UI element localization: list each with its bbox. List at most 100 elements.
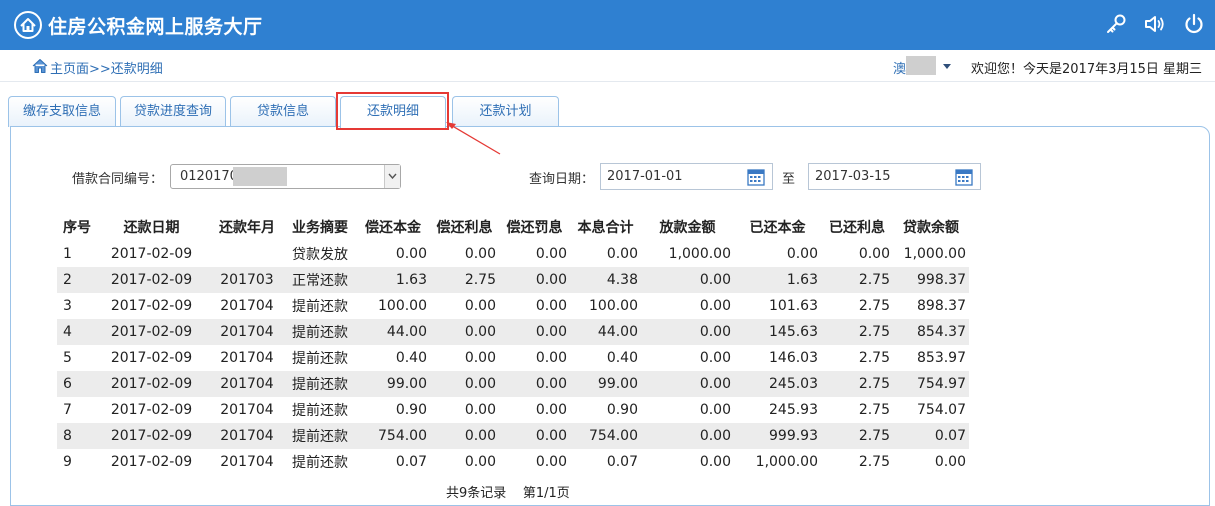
table-cell: 2.75 — [858, 402, 890, 418]
table-cell: 754.07 — [917, 402, 966, 418]
contract-number-select[interactable]: 0120170 — [170, 164, 401, 189]
table-cell: 2017-02-09 — [110, 428, 193, 444]
table-cell: 2017-02-09 — [110, 272, 193, 288]
annotation-arrow — [446, 122, 501, 155]
house-logo-icon — [14, 11, 42, 39]
record-count: 共9条记录 — [446, 486, 507, 501]
table-cell: 0.00 — [699, 376, 731, 392]
key-icon[interactable] — [1104, 12, 1128, 36]
repayment-details-table: 序号 还款日期 还款年月 业务摘要 偿还本金 偿还利息 偿还罚息 本息合计 放款… — [57, 213, 969, 475]
power-icon[interactable] — [1182, 12, 1206, 36]
app-title: 住房公积金网上服务大厅 — [48, 16, 263, 38]
table-cell: 898.37 — [917, 298, 966, 314]
home-icon[interactable] — [32, 58, 48, 74]
table-cell: 提前还款 — [292, 429, 348, 445]
table-cell: 0.00 — [699, 272, 731, 288]
table-cell: 1.63 — [786, 272, 818, 288]
table-row: 3 2017-02-09 201704 提前还款 100.00 0.00 0.00 100.0… — [57, 293, 969, 319]
welcome-text: 欢迎您！今天是2017年3月15日 星期三 — [971, 62, 1203, 77]
table-cell: 201703 — [220, 272, 274, 288]
table-cell: 201704 — [220, 428, 274, 444]
table-cell: 2017-02-09 — [110, 350, 193, 366]
table-row: 5 2017-02-09 201704 提前还款 0.40 0.00 0.00 0.40 0.0… — [57, 345, 969, 371]
contract-number-label: 借款合同编号： — [72, 172, 164, 187]
table-cell: 6 — [63, 376, 72, 392]
table-cell: 101.63 — [769, 298, 818, 314]
table-cell: 1,000.00 — [755, 454, 818, 470]
table-cell: 9 — [63, 454, 72, 470]
table-cell: 754.00 — [589, 428, 638, 444]
table-cell: 0.40 — [395, 350, 427, 366]
column-header: 序号 — [63, 220, 91, 236]
user-name[interactable]: 澳 — [893, 58, 906, 77]
table-cell: 201704 — [220, 350, 274, 366]
date-from-value: 2017-01-01 — [607, 169, 683, 184]
date-from-input[interactable]: 2017-01-01 — [600, 163, 773, 190]
table-cell: 0.90 — [606, 402, 638, 418]
tab-loan-info[interactable]: 贷款信息 — [230, 96, 336, 127]
table-cell: 正常还款 — [292, 273, 348, 289]
table-cell: 0.00 — [699, 402, 731, 418]
table-row: 1 2017-02-09 贷款发放 0.00 0.00 0.00 0.00 1,000.00 0… — [57, 241, 969, 267]
table-cell: 提前还款 — [292, 403, 348, 419]
breadcrumb[interactable]: 主页面>>还款明细 — [50, 58, 163, 77]
contract-number-redaction — [233, 167, 287, 186]
table-cell: 0.00 — [464, 376, 496, 392]
date-to-input[interactable]: 2017-03-15 — [808, 163, 981, 190]
table-cell: 2.75 — [464, 272, 496, 288]
table-cell: 0.00 — [535, 298, 567, 314]
table-row: 6 2017-02-09 201704 提前还款 99.00 0.00 0.00 99.00 0… — [57, 371, 969, 397]
table-cell: 0.00 — [786, 246, 818, 262]
column-header: 偿还罚息 — [506, 220, 563, 236]
table-cell: 2.75 — [858, 350, 890, 366]
user-menu-caret-icon[interactable] — [943, 64, 951, 69]
table-cell: 201704 — [220, 454, 274, 470]
table-cell: 2.75 — [858, 298, 890, 314]
table-cell: 0.00 — [464, 454, 496, 470]
date-to-value: 2017-03-15 — [815, 169, 891, 184]
tab-loan-progress[interactable]: 贷款进度查询 — [120, 96, 226, 127]
column-header: 偿还利息 — [436, 220, 493, 236]
app-header: 住房公积金网上服务大厅 — [0, 0, 1215, 50]
table-cell: 2017-02-09 — [110, 246, 193, 262]
table-cell: 0.07 — [395, 454, 427, 470]
table-cell: 提前还款 — [292, 455, 348, 471]
column-header: 业务摘要 — [292, 220, 348, 236]
table-cell: 2017-02-09 — [110, 402, 193, 418]
table-cell: 0.00 — [606, 246, 638, 262]
table-cell: 100.00 — [589, 298, 638, 314]
query-date-label: 查询日期： — [529, 172, 595, 187]
table-cell: 2017-02-09 — [110, 376, 193, 392]
calendar-icon[interactable] — [747, 168, 765, 186]
table-row: 8 2017-02-09 201704 提前还款 754.00 0.00 0.00 754.0… — [57, 423, 969, 449]
table-header-row: 序号 还款日期 还款年月 业务摘要 偿还本金 偿还利息 偿还罚息 本息合计 放款… — [57, 213, 969, 241]
table-cell: 0.00 — [535, 376, 567, 392]
active-tab-highlight — [336, 92, 449, 130]
chevron-down-icon[interactable] — [384, 165, 400, 188]
table-cell: 5 — [63, 350, 72, 366]
table-cell: 0.07 — [606, 454, 638, 470]
table-cell: 2017-02-09 — [110, 324, 193, 340]
table-cell: 853.97 — [917, 350, 966, 366]
calendar-icon[interactable] — [955, 168, 973, 186]
column-header: 贷款余额 — [903, 220, 959, 236]
table-row: 4 2017-02-09 201704 提前还款 44.00 0.00 0.00 44.00 0… — [57, 319, 969, 345]
table-cell: 0.00 — [464, 428, 496, 444]
table-cell: 0.00 — [535, 454, 567, 470]
contract-number-value: 0120170 — [180, 169, 238, 184]
pagination-info: 共9条记录 第1/1页 — [446, 482, 570, 501]
page-indicator: 第1/1页 — [522, 486, 570, 501]
table-cell: 201704 — [220, 298, 274, 314]
table-cell: 0.90 — [395, 402, 427, 418]
table-cell: 0.00 — [699, 454, 731, 470]
table-cell: 1.63 — [395, 272, 427, 288]
table-cell: 4 — [63, 324, 72, 340]
tab-deposit-withdraw-info[interactable]: 缴存支取信息 — [8, 96, 116, 127]
table-cell: 提前还款 — [292, 325, 348, 341]
table-cell: 2.75 — [858, 324, 890, 340]
table-cell — [210, 241, 284, 267]
table-cell: 2 — [63, 272, 72, 288]
table-cell: 0.00 — [535, 402, 567, 418]
column-header: 偿还本金 — [365, 220, 421, 236]
speaker-icon[interactable] — [1143, 12, 1167, 36]
